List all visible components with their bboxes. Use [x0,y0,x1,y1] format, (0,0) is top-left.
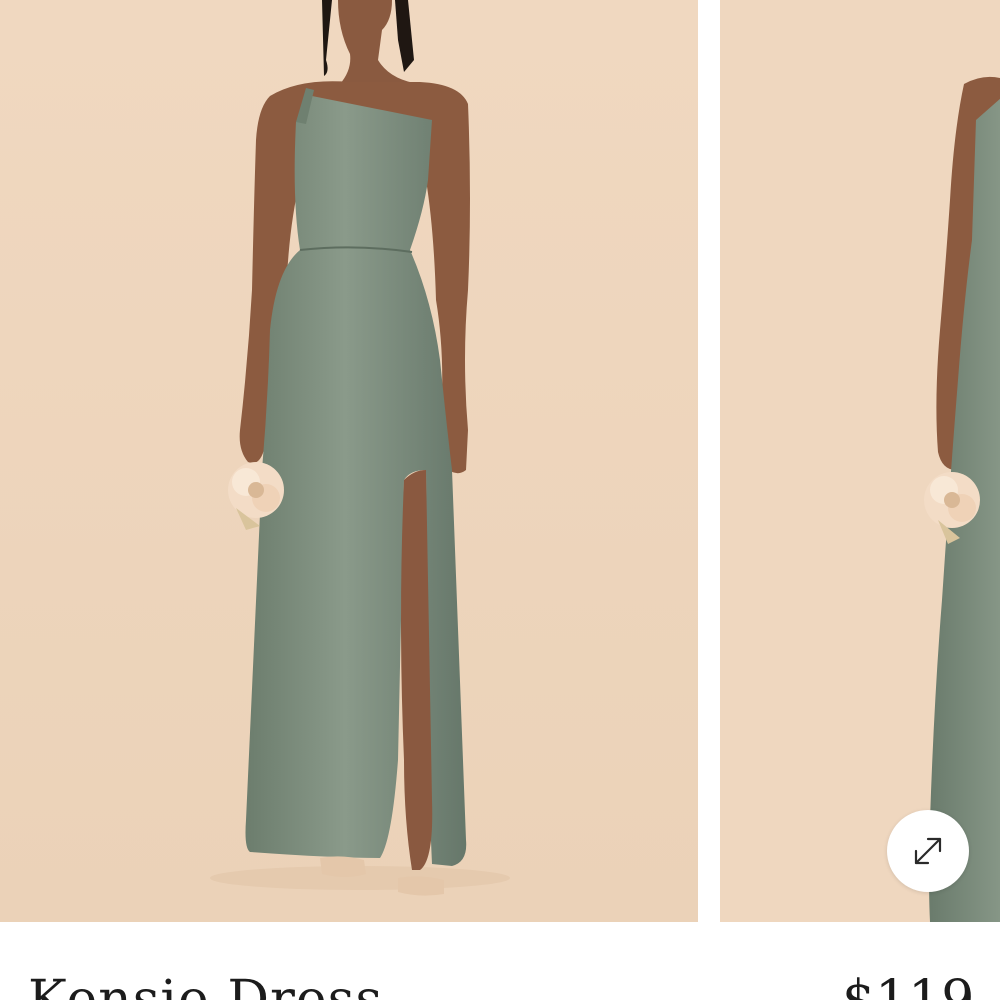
model-side-illustration [720,0,1000,922]
product-price: $119 [842,970,975,1000]
expand-arrows-icon [914,837,942,865]
expand-image-button[interactable] [887,810,969,892]
model-front-illustration [0,0,698,922]
product-info: Kensie Dress $119 [0,922,1000,1000]
product-title: Kensie Dress [28,970,384,1000]
product-image-gallery[interactable] [0,0,1000,922]
product-page: Kensie Dress $119 [0,0,1000,1000]
product-image-side[interactable] [720,0,1000,922]
product-image-front[interactable] [0,0,698,922]
